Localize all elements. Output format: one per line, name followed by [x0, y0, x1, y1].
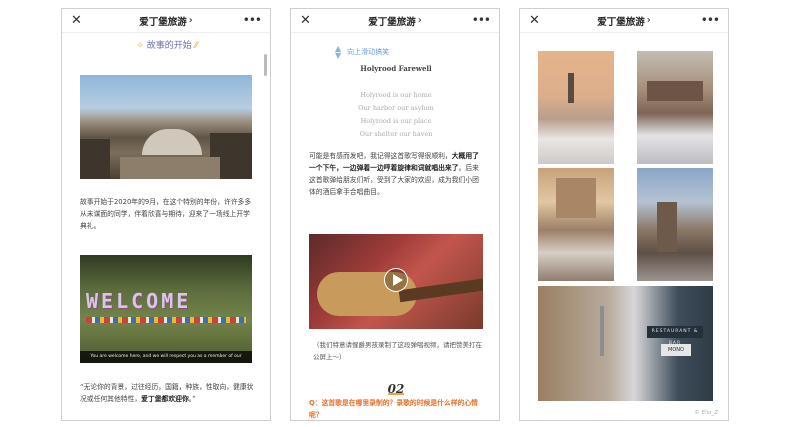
- close-icon[interactable]: ✕: [71, 11, 82, 31]
- phone-screen-story: ✕ 爱丁堡旅游 › ••• ✧ 故事的开始 ⁄⁄ 故事开始于2020年的9月，在…: [61, 8, 271, 421]
- question-text: Q：这首歌是在哪里录制的？录歌的时候是什么样的心情呢？: [309, 399, 478, 419]
- snowy-road-photo[interactable]: [637, 51, 713, 164]
- nav-title[interactable]: 爱丁堡旅游: [597, 14, 645, 28]
- old-town-snow-photo[interactable]: [538, 168, 614, 281]
- nav-bar: ✕ 爱丁堡旅游 › •••: [291, 9, 499, 33]
- gothic-building-photo[interactable]: [637, 168, 713, 281]
- phone-screen-song: ✕ 爱丁堡旅游 › ••• ▲ ▼ 向上滑动搞笑 Holyrood Farewel…: [290, 8, 500, 421]
- video-caption: （我们特意请惺爵男孩录制了这段弹唱视频，请把赞美打在公屏上～）: [313, 341, 482, 361]
- lyric-line: Our harbor our asylum: [358, 104, 434, 112]
- mono-sign: MONO: [661, 344, 691, 356]
- restaurant-sign: RESTAURANT & BAR: [647, 326, 703, 346]
- restaurant-street-photo[interactable]: RESTAURANT & BAR MONO: [538, 286, 713, 401]
- chevron-right-icon[interactable]: ›: [418, 15, 422, 26]
- lyric-line: Holyrood is our home: [360, 91, 432, 99]
- snowy-street-photo[interactable]: [538, 51, 614, 164]
- sparkle-icon: ⁄⁄: [194, 41, 198, 51]
- chevron-right-icon[interactable]: ›: [189, 15, 193, 26]
- quote-paragraph: “无论你的背景，过往经历，国籍，种族，性取向，健康状况或任何其他特性，爱丁堡都欢…: [80, 383, 254, 403]
- chevron-right-icon[interactable]: ›: [647, 15, 651, 26]
- play-icon[interactable]: [384, 268, 408, 292]
- welcome-lettering: WELCOME: [86, 289, 192, 313]
- guitar-video-player[interactable]: [309, 234, 483, 329]
- more-icon[interactable]: •••: [243, 10, 262, 30]
- scroll-up-text: 向上滑动搞笑: [347, 48, 390, 56]
- lyric-line: Holyrood is our place: [360, 117, 432, 125]
- section-heading: ✧ 故事的开始 ⁄⁄: [62, 38, 270, 51]
- more-icon[interactable]: •••: [701, 10, 720, 30]
- nav-bar: ✕ 爱丁堡旅游 › •••: [62, 9, 270, 33]
- close-icon[interactable]: ✕: [529, 11, 540, 31]
- story-paragraph: 故事开始于2020年的9月，在这个特别的年份，许许多多从未谋面的同学，伴着欣喜与…: [80, 198, 252, 230]
- song-story-paragraph: 可能是有感而发吧，我记得这首歌写得很顺利，大概用了一个下午，一边弹着一边哼着旋律…: [309, 152, 479, 196]
- photo-watermark: © Elio_Z: [694, 410, 718, 416]
- sparkle-icon: ✧: [136, 41, 144, 51]
- section-heading-text: 故事的开始: [146, 41, 192, 51]
- welcome-video-frame[interactable]: WELCOME You are welcome here, and we wil…: [80, 255, 252, 363]
- nav-title[interactable]: 爱丁堡旅游: [368, 14, 416, 28]
- more-icon[interactable]: •••: [472, 10, 491, 30]
- phone-screen-gallery: ✕ 爱丁堡旅游 › ••• RESTAURANT & BAR MONO © El…: [519, 8, 729, 421]
- nav-bar: ✕ 爱丁堡旅游 › •••: [520, 9, 728, 33]
- scrollbar[interactable]: [264, 54, 267, 76]
- edinburgh-castle-photo: [80, 75, 252, 179]
- song-title: Holyrood Farewell: [360, 64, 432, 73]
- flags-row: [86, 317, 246, 323]
- nav-title[interactable]: 爱丁堡旅游: [139, 14, 187, 28]
- close-icon[interactable]: ✕: [300, 11, 311, 31]
- lyric-line: Our shelter our haven: [359, 130, 433, 138]
- section-number: 02: [291, 382, 499, 396]
- scroll-up-hint: ▲ ▼ 向上滑动搞笑: [335, 44, 390, 60]
- swipe-up-icon: ▲ ▼: [335, 44, 342, 60]
- video-subtitle: You are welcome here, and we will respec…: [80, 351, 252, 363]
